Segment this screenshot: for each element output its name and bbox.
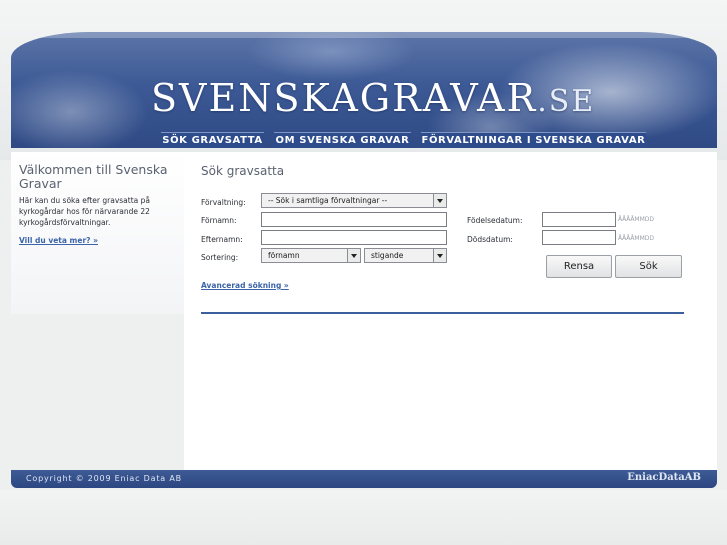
page-background-bottom xyxy=(0,490,727,545)
logo-main-text: SVENSKAGRAVAR xyxy=(151,76,538,120)
chevron-down-icon xyxy=(347,249,360,262)
sidebar-title: Välkommen till Svenska Gravar xyxy=(19,162,168,191)
copyright-text: Copyright © 2009 Eniac Data AB xyxy=(26,474,182,483)
advanced-search-link[interactable]: Avancerad sökning » xyxy=(201,281,289,290)
dodsdatum-label: Dödsdatum: xyxy=(467,235,513,244)
chevron-down-icon xyxy=(433,249,446,262)
divider xyxy=(201,312,684,314)
fodelsedatum-format-hint: ÅÅÅÅMMDD xyxy=(618,216,655,223)
sidebar: Välkommen till Svenska Gravar Här kan du… xyxy=(11,152,184,314)
main-nav: SÖK GRAVSATTA OM SVENSKA GRAVAR FÖRVALTN… xyxy=(11,132,717,148)
efternamn-input[interactable] xyxy=(261,230,447,245)
footer-logo[interactable]: EniacDataAB xyxy=(627,472,701,483)
sort-order-select[interactable]: stigande xyxy=(364,248,447,263)
forvaltning-selected-value: -- Sök i samtliga förvaltningar -- xyxy=(268,196,388,205)
site-footer: Copyright © 2009 Eniac Data AB EniacData… xyxy=(11,470,717,488)
chevron-down-icon xyxy=(433,194,446,207)
nav-sok-gravsatta[interactable]: SÖK GRAVSATTA xyxy=(161,132,264,148)
sidebar-text: Här kan du söka efter gravsatta på kyrko… xyxy=(19,196,150,227)
forvaltning-label: Förvaltning: xyxy=(201,198,246,207)
nav-forvaltningar[interactable]: FÖRVALTNINGAR I SVENSKA GRAVAR xyxy=(421,132,646,148)
sort-field-value: förnamn xyxy=(268,251,300,260)
reset-button[interactable]: Rensa xyxy=(546,255,612,278)
logo-tld-text: .SE xyxy=(537,84,596,119)
nav-om-svenska-gravar[interactable]: OM SVENSKA GRAVAR xyxy=(274,132,411,148)
search-panel: Sök gravsatta Förvaltning: -- Sök i samt… xyxy=(184,152,717,470)
site-logo[interactable]: SVENSKAGRAVAR.SE xyxy=(151,76,593,120)
efternamn-label: Efternamn: xyxy=(201,235,243,244)
sortering-label: Sortering: xyxy=(201,253,239,262)
sort-order-value: stigande xyxy=(371,251,404,260)
search-button[interactable]: Sök xyxy=(615,255,682,278)
page-title: Sök gravsatta xyxy=(201,164,285,178)
fornamn-label: Förnamn: xyxy=(201,216,237,225)
sort-field-select[interactable]: förnamn xyxy=(261,248,361,263)
read-more-link[interactable]: Vill du veta mer? » xyxy=(19,236,98,245)
fodelsedatum-input[interactable] xyxy=(542,212,616,227)
dodsdatum-format-hint: ÅÅÅÅMMDD xyxy=(618,235,655,242)
fodelsedatum-label: Födelsedatum: xyxy=(467,216,523,225)
site-header: SVENSKAGRAVAR.SE SÖK GRAVSATTA OM SVENSK… xyxy=(11,32,717,148)
dodsdatum-input[interactable] xyxy=(542,230,616,245)
forvaltning-select[interactable]: -- Sök i samtliga förvaltningar -- xyxy=(261,193,447,208)
fornamn-input[interactable] xyxy=(261,212,447,227)
